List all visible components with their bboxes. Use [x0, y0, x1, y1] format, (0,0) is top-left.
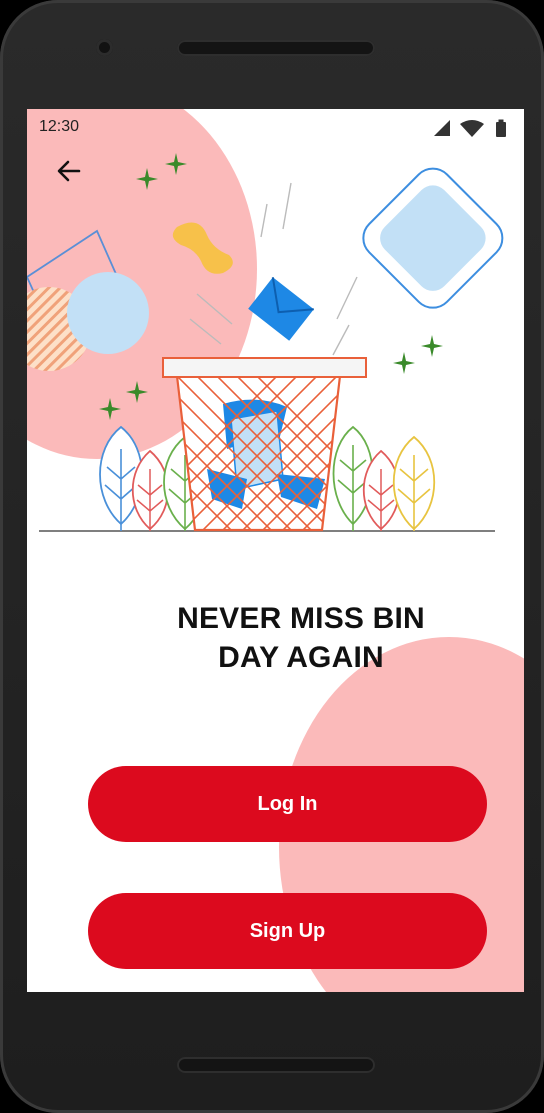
- battery-icon: [496, 119, 506, 137]
- login-button[interactable]: Log In: [88, 766, 487, 842]
- app-screen: 12:30 NEVER MISS BIN DAY AGAIN Log In Si…: [27, 109, 524, 992]
- blue-circle: [67, 272, 149, 354]
- tree-icon: [332, 425, 435, 531]
- status-time: 12:30: [39, 118, 80, 135]
- signal-icon: [434, 120, 450, 136]
- front-camera: [96, 39, 113, 56]
- headline: NEVER MISS BIN DAY AGAIN: [177, 602, 425, 674]
- phone-frame: 12:30 NEVER MISS BIN DAY AGAIN Log In Si…: [0, 0, 544, 1113]
- bin-illustration: [27, 153, 504, 532]
- bottom-speaker: [177, 1057, 375, 1073]
- status-bar: 12:30: [27, 109, 524, 145]
- signup-button[interactable]: Sign Up: [88, 893, 487, 969]
- wifi-icon: [460, 120, 484, 137]
- status-icons: [434, 119, 506, 137]
- envelope-icon: [248, 277, 314, 341]
- diamond-shape: [362, 167, 504, 309]
- yellow-shape: [172, 222, 233, 274]
- earpiece-speaker: [177, 40, 375, 56]
